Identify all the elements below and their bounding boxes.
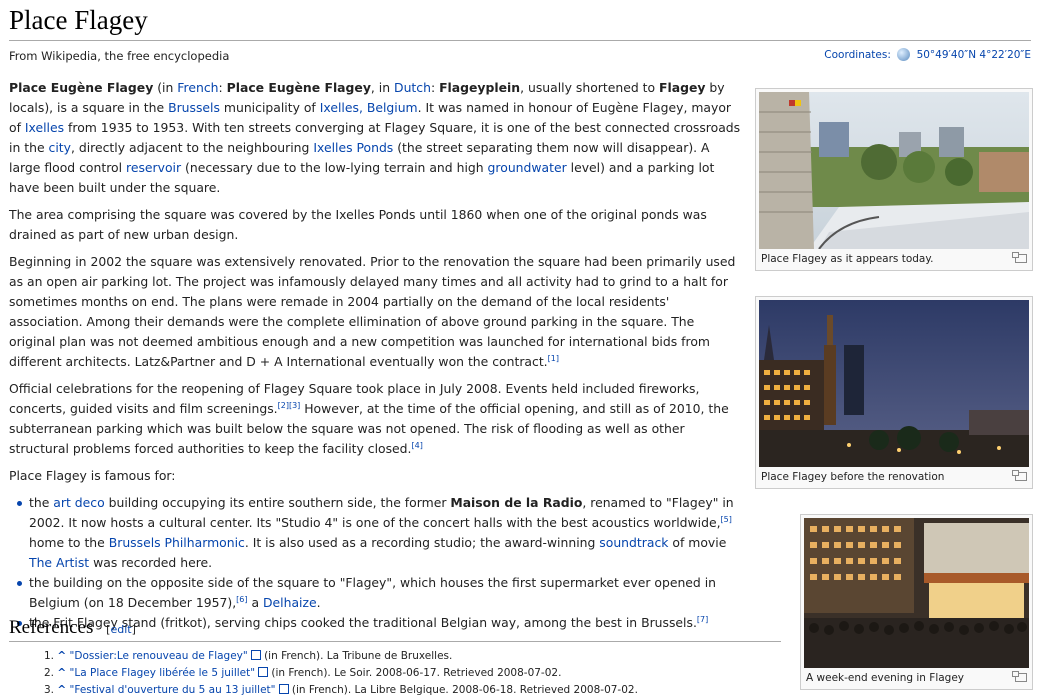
reference-text: (in French). La Tribune de Bruxelles. — [260, 650, 453, 662]
photo-weekend-evening[interactable] — [804, 518, 1029, 668]
references-heading: References [edit] — [9, 617, 781, 642]
caption-text: Place Flagey before the renovation — [761, 471, 945, 483]
link-ixelles-ponds[interactable]: Ixelles Ponds — [313, 140, 393, 155]
thumbnail-caption: Place Flagey before the renovation — [759, 467, 1029, 485]
thumbnail-today: Place Flagey as it appears today. — [755, 88, 1033, 271]
page-subtitle: From Wikipedia, the free encyclopedia — [9, 49, 230, 63]
paragraph-renovation: Beginning in 2002 the square was extensi… — [9, 252, 742, 372]
external-link-icon — [278, 684, 289, 694]
link-brussels[interactable]: Brussels — [168, 100, 220, 115]
link-ixelles[interactable]: Ixelles — [25, 120, 64, 135]
paragraph-intro: Place Eugène Flagey (in French: Place Eu… — [9, 78, 742, 198]
thumbnail-caption: Place Flagey as it appears today. — [759, 249, 1029, 267]
bold-term: Place Eugène Flagey — [226, 80, 371, 95]
backlink-caret[interactable]: ^ — [57, 650, 66, 662]
ref-link[interactable]: [3] — [289, 401, 300, 410]
text: home to the — [29, 535, 109, 550]
link-brussels-philharmonic[interactable]: Brussels Philharmonic — [109, 535, 245, 550]
thumbnail-evening: A week-end evening in Flagey — [800, 514, 1033, 690]
text: municipality of — [219, 100, 320, 115]
bold-term: Flageyplein — [439, 80, 521, 95]
text: Beginning in 2002 the square was extensi… — [9, 254, 736, 369]
text: , usually shortened to — [520, 80, 660, 95]
text: building occupying its entire southern s… — [104, 495, 451, 510]
ref-number: 3. — [44, 684, 55, 696]
backlink-caret[interactable]: ^ — [57, 684, 66, 696]
ref-link[interactable]: [4] — [412, 441, 423, 450]
reference-item: 3. ^ "Festival d'ouverture du 5 au 13 ju… — [44, 682, 638, 699]
link-art-deco[interactable]: art deco — [53, 495, 104, 510]
globe-icon[interactable] — [897, 48, 911, 61]
ref-number: 2. — [44, 667, 55, 679]
link-groundwater[interactable]: groundwater — [488, 160, 567, 175]
photo-square-before[interactable] — [759, 300, 1029, 467]
text: of movie — [668, 535, 727, 550]
coordinates-link[interactable]: 50°49′40″N 4°22′20″E — [917, 49, 1031, 61]
text: . It is also used as a recording studio;… — [244, 535, 600, 550]
caption-text: A week-end evening in Flagey — [806, 672, 965, 684]
reference-item: 2. ^ "La Place Flagey libérée le 5 juill… — [44, 665, 638, 682]
edit-section: [edit] — [106, 623, 136, 636]
bold-term: Place Eugène Flagey — [9, 80, 154, 95]
paragraph-reopening: Official celebrations for the reopening … — [9, 379, 742, 459]
enlarge-icon[interactable] — [1012, 252, 1027, 263]
bold-term: Flagey — [659, 80, 706, 95]
text: , directly adjacent to the neighbouring — [70, 140, 314, 155]
famous-list: the art deco building occupying its enti… — [9, 493, 742, 633]
page-title: Place Flagey — [9, 2, 1031, 41]
references-list: 1. ^ "Dossier:Le renouveau de Flagey" (i… — [30, 648, 638, 699]
reference-item: 1. ^ "Dossier:Le renouveau de Flagey" (i… — [44, 648, 638, 665]
text: (in — [153, 80, 178, 95]
link-dutch[interactable]: Dutch — [394, 80, 431, 95]
enlarge-icon[interactable] — [1012, 470, 1027, 481]
link-reservoir[interactable]: reservoir — [126, 160, 181, 175]
list-item: the building on the opposite side of the… — [17, 573, 742, 613]
paragraph-famous: Place Flagey is famous for: — [9, 468, 176, 483]
text: was recorded here. — [89, 555, 213, 570]
text: the building on the opposite side of the… — [29, 575, 717, 610]
ref-link[interactable]: [5] — [721, 515, 732, 524]
text: : — [218, 80, 227, 95]
reference-link[interactable]: "Festival d'ouverture du 5 au 13 juillet… — [70, 684, 276, 696]
list-item: the art deco building occupying its enti… — [17, 493, 742, 573]
caption-text: Place Flagey as it appears today. — [761, 253, 934, 265]
link-the-artist[interactable]: The Artist — [29, 555, 89, 570]
thumbnail-caption: A week-end evening in Flagey — [804, 668, 1029, 686]
section-title: References — [9, 617, 94, 638]
ref-link[interactable]: [6] — [236, 595, 247, 604]
text: the — [29, 495, 54, 510]
link-city[interactable]: city — [49, 140, 71, 155]
link-french[interactable]: French — [177, 80, 218, 95]
edit-link[interactable]: edit — [110, 623, 131, 636]
reference-text: (in French). Le Soir. 2008-06-17. Retrie… — [268, 667, 562, 679]
backlink-caret[interactable]: ^ — [57, 667, 66, 679]
reference-link[interactable]: "La Place Flagey libérée le 5 juillet" — [70, 667, 256, 679]
photo-square-today[interactable] — [759, 92, 1029, 249]
article-body: Place Eugène Flagey (in French: Place Eu… — [9, 78, 742, 633]
text: , in — [370, 80, 395, 95]
ref-link[interactable]: [1] — [548, 354, 559, 363]
text: . — [316, 595, 321, 610]
bold-term: Maison de la Radio — [450, 495, 583, 510]
text: a — [247, 595, 263, 610]
link-delhaize[interactable]: Delhaize — [263, 595, 317, 610]
enlarge-icon[interactable] — [1012, 671, 1027, 682]
coordinates-label[interactable]: Coordinates: — [824, 49, 891, 61]
external-link-icon — [250, 650, 261, 660]
text: : — [430, 80, 440, 95]
text: (necessary due to the low-lying terrain … — [181, 160, 488, 175]
link-soundtrack[interactable]: soundtrack — [599, 535, 668, 550]
link-ixelles-belgium[interactable]: Ixelles, Belgium — [320, 100, 418, 115]
paragraph-history: The area comprising the square was cover… — [9, 207, 707, 242]
coordinates: Coordinates: 50°49′40″N 4°22′20″E — [824, 48, 1031, 61]
reference-text: (in French). La Libre Belgique. 2008-06-… — [288, 684, 638, 696]
reference-link[interactable]: "Dossier:Le renouveau de Flagey" — [70, 650, 248, 662]
ref-link[interactable]: [2] — [278, 401, 289, 410]
ref-number: 1. — [44, 650, 55, 662]
thumbnail-before: Place Flagey before the renovation — [755, 296, 1033, 489]
external-link-icon — [258, 667, 269, 677]
